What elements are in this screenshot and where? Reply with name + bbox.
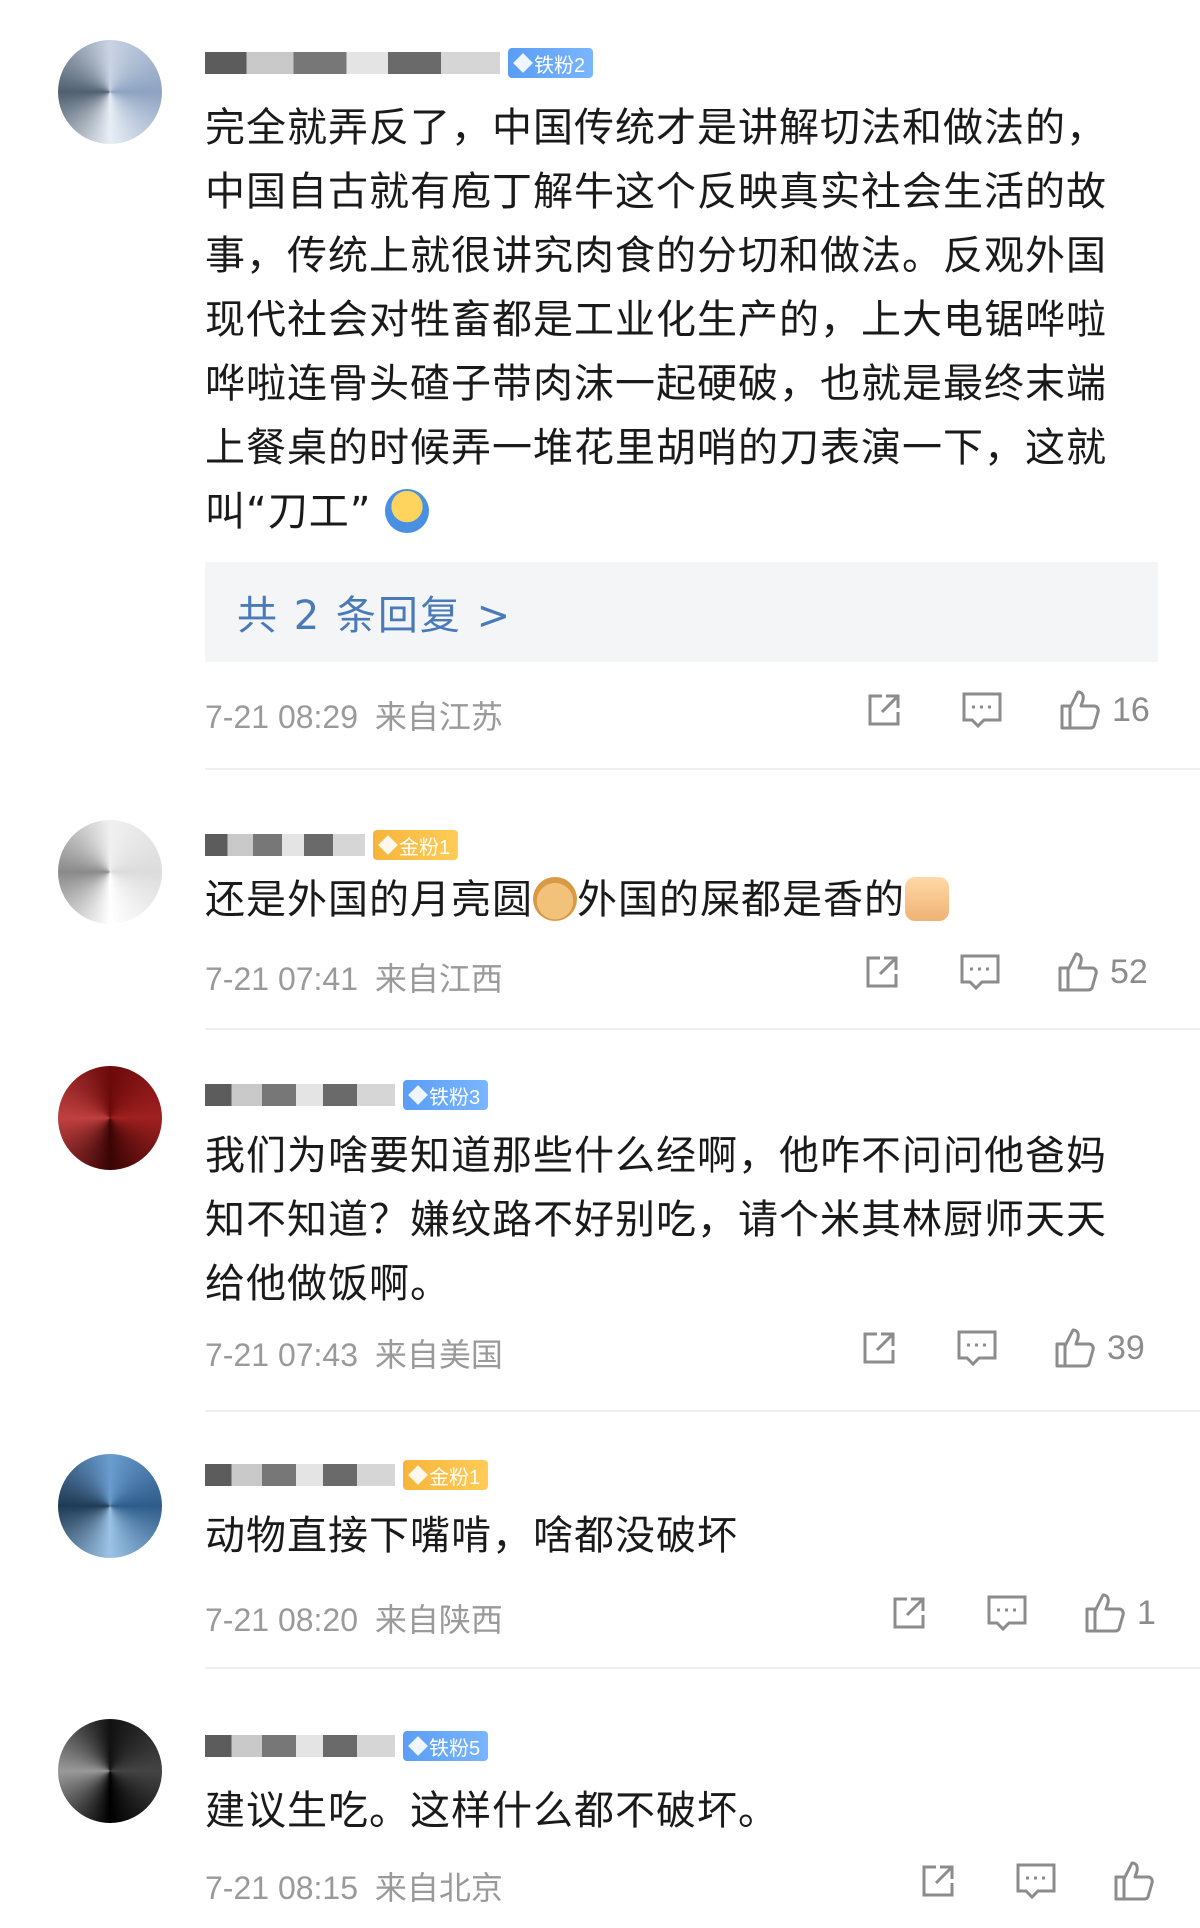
username[interactable]: 金粉1 — [205, 830, 459, 860]
timestamp: 7-21 07:43 — [205, 1337, 359, 1373]
like-icon[interactable] — [1083, 1591, 1127, 1635]
fan-badge: 铁粉3 — [403, 1080, 489, 1110]
diamond-icon — [513, 53, 533, 73]
comment-icon[interactable] — [985, 1591, 1029, 1635]
location: 来自江西 — [374, 961, 503, 997]
like-count: 1 — [1137, 1593, 1156, 1632]
comment-icon[interactable] — [955, 1326, 999, 1370]
blurred-username — [205, 1084, 395, 1106]
location: 来自美国 — [374, 1337, 503, 1373]
comment-item: 金粉1 动物直接下嘴啃，啥都没破坏 7-21 08:20 来自陕西 1 — [0, 1412, 1200, 1667]
location: 来自江苏 — [374, 699, 503, 735]
username[interactable]: 铁粉3 — [205, 1080, 489, 1110]
comment-text: 建议生吃。这样什么都不破坏。 — [205, 1788, 779, 1834]
timestamp: 7-21 08:29 — [205, 699, 359, 735]
comment-text: 完全就弄反了，中国传统才是讲解切法和做法的，中国自古就有庖丁解牛这个反映真实社会… — [205, 105, 1107, 535]
location: 来自北京 — [374, 1870, 503, 1906]
username[interactable]: 金粉1 — [205, 1460, 489, 1490]
diamond-icon — [408, 1465, 428, 1485]
comment-actions: 1 — [887, 1591, 1156, 1635]
comment-text: 我们为啥要知道那些什么经啊，他咋不问问他爸妈知不知道？嫌纹路不好别吃，请个米其林… — [205, 1133, 1107, 1307]
username[interactable]: 铁粉5 — [205, 1731, 489, 1761]
fan-badge: 铁粉5 — [403, 1731, 489, 1761]
comment-meta: 7-21 08:20 来自陕西 — [205, 1595, 503, 1641]
replies-label: 共 2 条回复 > — [237, 593, 513, 639]
fan-badge-label: 铁粉3 — [429, 1086, 481, 1109]
comment-icon[interactable] — [1014, 1859, 1058, 1903]
share-icon[interactable] — [862, 688, 906, 732]
comment-text: 还是外国的月亮圆 外国的屎都是香的 — [205, 868, 1140, 932]
comment-meta: 7-21 08:29 来自江苏 — [205, 692, 503, 738]
avatar[interactable] — [58, 1719, 162, 1823]
comment-actions: 52 — [860, 950, 1148, 994]
comment-actions: 16 — [862, 688, 1150, 732]
comment-text: 动物直接下嘴啃，啥都没破坏 — [205, 1513, 738, 1559]
comment-item: 金粉1 还是外国的月亮圆 外国的屎都是香的 7-21 07:41 来自江西 52 — [0, 770, 1200, 1028]
blurred-username — [205, 834, 365, 856]
blurred-username — [205, 1735, 395, 1757]
diamond-icon — [408, 1085, 428, 1105]
diamond-icon — [378, 835, 398, 855]
avatar[interactable] — [58, 1066, 162, 1170]
like-icon[interactable] — [1058, 688, 1102, 732]
avatar[interactable] — [58, 820, 162, 924]
diamond-icon — [408, 1736, 428, 1756]
comment-meta: 7-21 07:43 来自美国 — [205, 1330, 503, 1376]
doge-emoji-icon — [533, 877, 577, 921]
like-count: 16 — [1112, 690, 1150, 729]
like-icon[interactable] — [1112, 1859, 1156, 1903]
comment-item: 铁粉3 我们为啥要知道那些什么经啊，他咋不问问他爸妈知不知道？嫌纹路不好别吃，请… — [0, 1030, 1200, 1410]
avatar[interactable] — [58, 40, 162, 144]
fan-badge: 金粉1 — [403, 1460, 489, 1490]
timestamp: 7-21 07:41 — [205, 961, 359, 997]
comment-meta: 7-21 08:15 来自北京 — [205, 1863, 503, 1909]
fan-badge-label: 铁粉2 — [534, 54, 586, 77]
username[interactable]: 铁粉2 — [205, 48, 594, 78]
fan-badge: 金粉1 — [373, 830, 459, 860]
fan-badge-label: 铁粉5 — [429, 1737, 481, 1760]
thumbs-up-emoji-icon — [905, 877, 949, 921]
share-icon[interactable] — [916, 1859, 960, 1903]
comment-icon[interactable] — [958, 950, 1002, 994]
timestamp: 7-21 08:15 — [205, 1870, 359, 1906]
location: 来自陕西 — [374, 1602, 503, 1638]
comment-meta: 7-21 07:41 来自江西 — [205, 954, 503, 1000]
share-icon[interactable] — [857, 1326, 901, 1370]
like-icon[interactable] — [1056, 950, 1100, 994]
share-icon[interactable] — [860, 950, 904, 994]
comment-actions — [916, 1859, 1156, 1903]
comment-item: 铁粉2 完全就弄反了，中国传统才是讲解切法和做法的，中国自古就有庖丁解牛这个反映… — [0, 0, 1200, 760]
blurred-username — [205, 52, 500, 74]
fan-badge-label: 金粉1 — [399, 836, 451, 859]
fan-badge-label: 金粉1 — [429, 1466, 481, 1489]
like-count: 52 — [1110, 952, 1148, 991]
avatar[interactable] — [58, 1454, 162, 1558]
blurred-username — [205, 1464, 395, 1486]
like-count: 39 — [1107, 1328, 1145, 1367]
comment-item: 铁粉5 建议生吃。这样什么都不破坏。 7-21 08:15 来自北京 — [0, 1669, 1200, 1928]
shrug-emoji-icon — [385, 489, 430, 533]
share-icon[interactable] — [887, 1591, 931, 1635]
comment-actions: 39 — [857, 1326, 1145, 1370]
view-replies-button[interactable]: 共 2 条回复 > — [205, 562, 1158, 662]
like-icon[interactable] — [1053, 1326, 1097, 1370]
comment-icon[interactable] — [960, 688, 1004, 732]
timestamp: 7-21 08:20 — [205, 1602, 359, 1638]
fan-badge: 铁粉2 — [508, 48, 594, 78]
